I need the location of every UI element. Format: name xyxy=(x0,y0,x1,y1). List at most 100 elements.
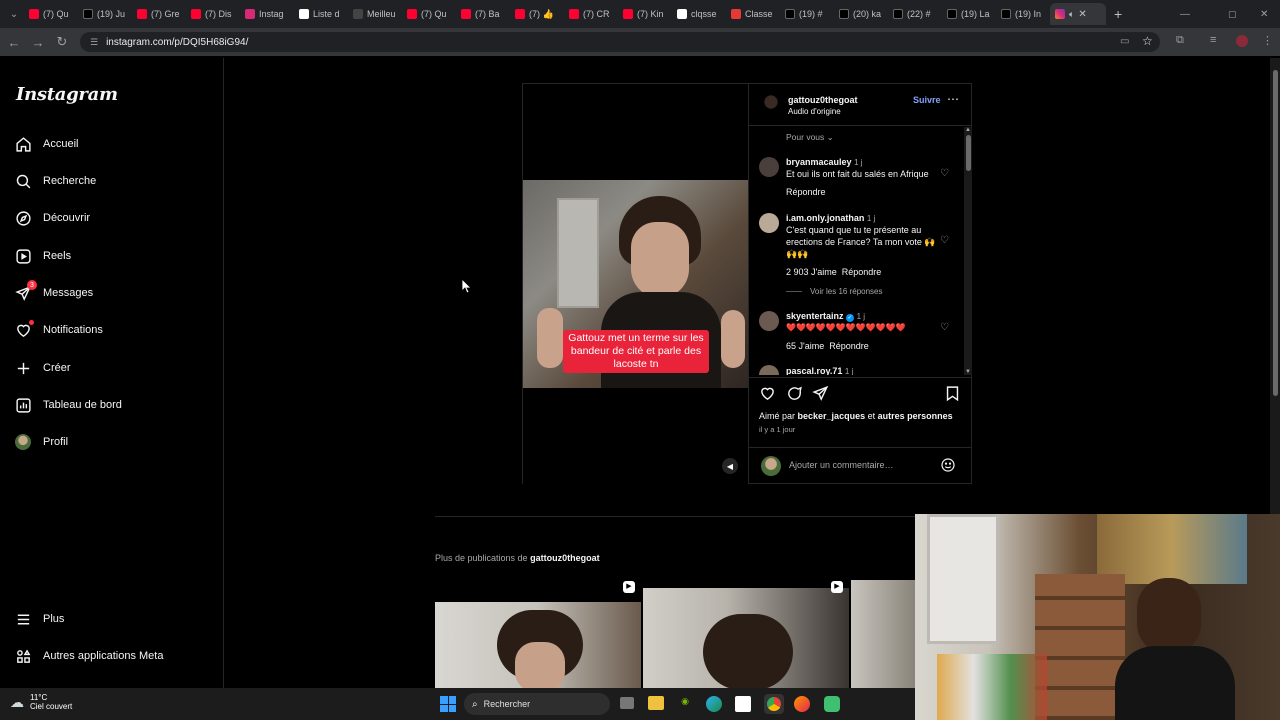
browser-tab[interactable]: (7) Ba xyxy=(456,3,510,25)
reel-video[interactable]: Gattouz met un terme sur les bandeur de … xyxy=(523,84,748,484)
nav-messages[interactable]: 3 Messages xyxy=(14,279,93,307)
follow-button[interactable]: Suivre xyxy=(913,95,941,105)
nav-notifications[interactable]: Notifications xyxy=(14,316,103,344)
edge-icon[interactable] xyxy=(706,696,722,712)
page-scroll-thumb[interactable] xyxy=(1272,70,1278,396)
browser-tab[interactable]: (7) Qu xyxy=(24,3,78,25)
app-icon[interactable] xyxy=(824,696,840,712)
more-options-icon[interactable]: ⋯ xyxy=(947,92,959,106)
mute-toggle[interactable]: ◀︎ xyxy=(722,458,738,474)
nav-explore[interactable]: Découvrir xyxy=(14,204,90,232)
comment-avatar[interactable] xyxy=(759,213,779,233)
weather-widget[interactable]: ☁︎ 11°C Ciel couvert xyxy=(10,693,72,711)
comment-username[interactable]: i.am.only.jonathan xyxy=(786,213,864,223)
reply-button[interactable]: Répondre xyxy=(842,267,882,277)
browser-tab[interactable]: (20) ka xyxy=(834,3,888,25)
file-explorer-icon[interactable] xyxy=(648,696,664,710)
browser-tab[interactable]: (19) # xyxy=(780,3,834,25)
nav-more[interactable]: Plus xyxy=(14,605,64,633)
nav-create[interactable]: Créer xyxy=(14,354,71,382)
my-avatar[interactable] xyxy=(761,456,781,476)
comments-scrollbar[interactable]: ▲ ▼ xyxy=(964,127,972,375)
reply-button[interactable]: Répondre xyxy=(829,341,869,351)
reload-icon[interactable]: ↻ xyxy=(50,34,74,50)
comment-avatar[interactable] xyxy=(759,311,779,331)
comment-username[interactable]: bryanmacauley xyxy=(786,157,852,167)
browser-tab[interactable]: (19) Ju xyxy=(78,3,132,25)
audio-label[interactable]: Audio d'origine xyxy=(788,107,841,116)
nav-reels[interactable]: Reels xyxy=(14,242,71,270)
browser-tab[interactable]: clqsse xyxy=(672,3,726,25)
tab-list-chevron-icon[interactable]: ⌄ xyxy=(4,9,24,20)
tab-active[interactable]: 🔈︎ ✕ xyxy=(1050,3,1106,25)
new-tab-button[interactable]: + xyxy=(1114,6,1122,22)
comment-icon[interactable] xyxy=(786,385,803,407)
comment-likes[interactable]: 2 903 J'aime xyxy=(786,267,837,277)
author-username[interactable]: gattouz0thegoat xyxy=(788,95,858,105)
scroll-up-icon[interactable]: ▲ xyxy=(964,127,972,133)
post-thumbnail[interactable]: ▶ xyxy=(435,578,641,690)
like-icon[interactable] xyxy=(759,385,776,407)
comment-avatar[interactable] xyxy=(759,157,779,177)
comment-like-icon[interactable]: ♡ xyxy=(940,322,949,333)
install-app-icon[interactable]: ▭ xyxy=(1120,36,1129,47)
save-icon[interactable] xyxy=(945,385,960,407)
post-thumbnail[interactable]: ▶ xyxy=(643,578,849,690)
nav-home[interactable]: Accueil xyxy=(14,130,78,158)
browser-tab[interactable]: Meilleu xyxy=(348,3,402,25)
scroll-down-icon[interactable]: ▼ xyxy=(964,369,972,375)
nvidia-icon[interactable]: ◉ xyxy=(677,696,693,710)
nav-dashboard[interactable]: Tableau de bord xyxy=(14,391,122,419)
emoji-icon[interactable] xyxy=(940,457,956,478)
page-scrollbar[interactable] xyxy=(1270,58,1280,514)
liked-by-user[interactable]: becker_jacques xyxy=(798,411,866,421)
browser-tab[interactable]: (7) 👍 xyxy=(510,3,564,25)
browser-tab[interactable]: (7) Gre xyxy=(132,3,186,25)
browser-tab[interactable]: (7) Kin xyxy=(618,3,672,25)
nav-search[interactable]: Recherche xyxy=(14,167,96,195)
post-thumbnail[interactable] xyxy=(851,578,915,690)
forward-icon[interactable]: → xyxy=(26,35,50,50)
window-minimize-button[interactable]: — xyxy=(1180,9,1190,20)
task-view-icon[interactable] xyxy=(620,697,634,709)
browser-tab[interactable]: (7) CR xyxy=(564,3,618,25)
store-icon[interactable] xyxy=(735,696,751,712)
browser-tab[interactable]: (19) La xyxy=(942,3,996,25)
browser-tab[interactable]: Instag xyxy=(240,3,294,25)
browser-tab[interactable]: (7) Dis xyxy=(186,3,240,25)
scroll-thumb[interactable] xyxy=(965,135,971,171)
url-input[interactable]: ☰ instagram.com/p/DQI5H68iG94/ xyxy=(80,32,1160,52)
instagram-logo[interactable]: Instagram xyxy=(16,84,118,105)
comment-username[interactable]: skyentertainz xyxy=(786,311,844,321)
liked-by-others[interactable]: autres personnes xyxy=(878,411,953,421)
chrome-icon[interactable] xyxy=(764,694,784,714)
window-close-button[interactable]: ✕ xyxy=(1260,9,1268,20)
comment-username[interactable]: pascal.roy.71 xyxy=(786,366,842,375)
close-tab-icon[interactable]: ✕ xyxy=(1078,9,1086,20)
comment-like-icon[interactable]: ♡ xyxy=(940,235,949,246)
browser-tab[interactable]: Classe xyxy=(726,3,780,25)
view-replies-button[interactable]: Voir les 16 réponses xyxy=(786,287,883,296)
reply-button[interactable]: Répondre xyxy=(786,186,826,198)
taskbar-search[interactable]: ⌕ Rechercher xyxy=(464,693,610,715)
browser-tab[interactable]: (19) In xyxy=(996,3,1050,25)
sort-dropdown[interactable]: Pour vous ⌄ xyxy=(786,132,834,143)
bookmark-star-icon[interactable]: ☆ xyxy=(1142,34,1153,48)
comment-avatar[interactable] xyxy=(759,365,779,375)
browser-menu-icon[interactable]: ⋮ xyxy=(1262,34,1273,47)
author-avatar[interactable] xyxy=(761,94,781,114)
more-posts-user[interactable]: gattouz0thegoat xyxy=(530,553,600,563)
comment-likes[interactable]: 65 J'aime xyxy=(786,341,824,351)
comment-like-icon[interactable]: ♡ xyxy=(940,168,949,179)
start-button[interactable] xyxy=(440,696,456,712)
comment-input[interactable]: Ajouter un commentaire… xyxy=(789,460,894,470)
site-info-icon[interactable]: ☰ xyxy=(90,37,98,48)
browser-tab[interactable]: (7) Qu xyxy=(402,3,456,25)
nav-meta-apps[interactable]: Autres applications Meta xyxy=(14,642,163,670)
extensions-icon[interactable]: ⧉ xyxy=(1176,34,1184,47)
window-restore-button[interactable]: ▢ xyxy=(1228,9,1237,20)
media-icon[interactable]: ≡ xyxy=(1210,34,1216,46)
firefox-icon[interactable] xyxy=(794,696,810,712)
profile-avatar-icon[interactable] xyxy=(1236,35,1248,47)
browser-tab[interactable]: Liste d xyxy=(294,3,348,25)
